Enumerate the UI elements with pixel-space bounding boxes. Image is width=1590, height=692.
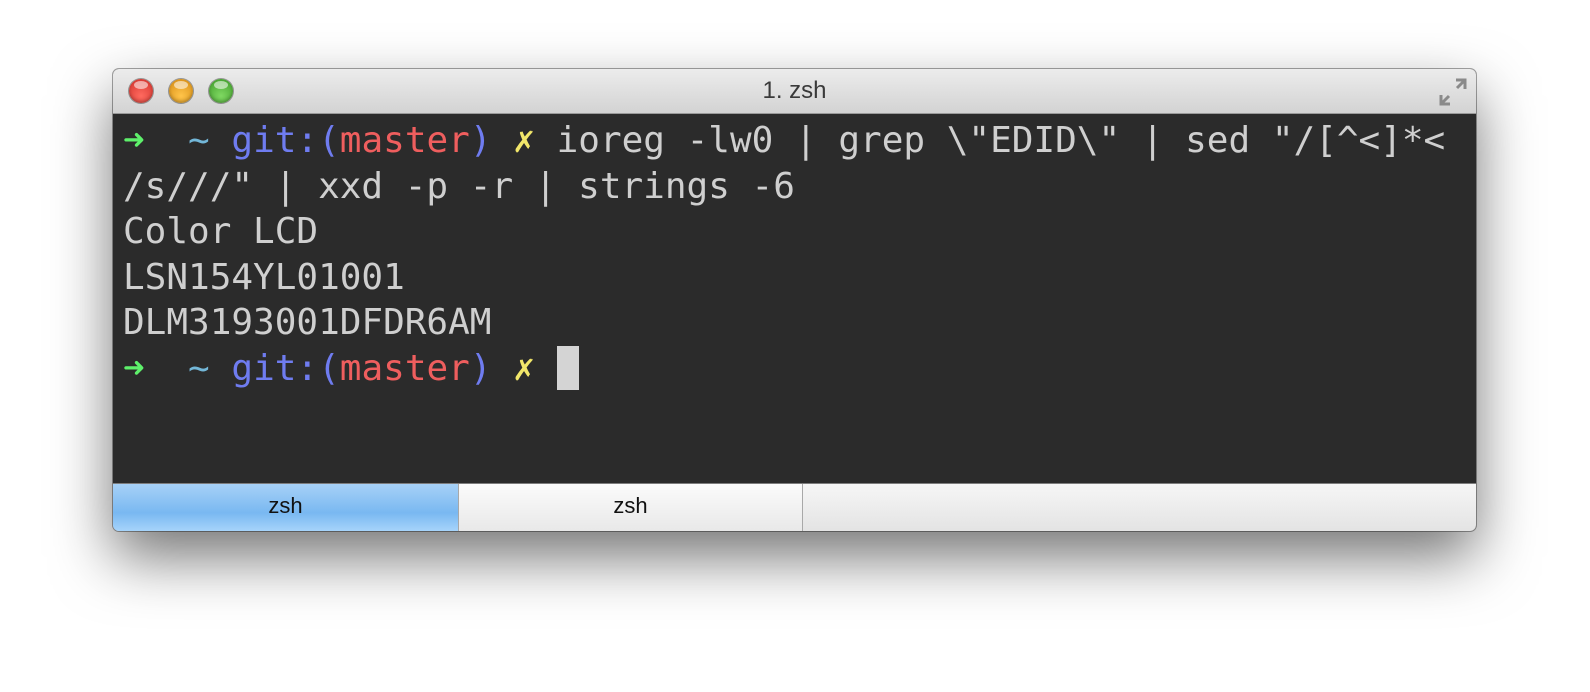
command-line: ➜ ~ git:(master) ✗ ioreg -lw0 | grep \"E… — [123, 118, 1476, 164]
prompt-git-suffix: ) — [469, 120, 492, 161]
output-line: DLM3193001DFDR6AM — [123, 302, 492, 343]
prompt-git-prefix: git:( — [231, 120, 340, 161]
terminal-window: 1. zsh ➜ ~ git:(master) ✗ ioreg -lw0 | g… — [113, 69, 1476, 531]
prompt-dir: ~ — [188, 347, 210, 389]
prompt-git-suffix: ) — [469, 347, 492, 389]
tab-bar: zsh zsh — [113, 483, 1476, 531]
text-cursor[interactable] — [556, 345, 579, 390]
window-title: 1. zsh — [762, 77, 827, 104]
tab-zsh-1[interactable]: zsh — [113, 484, 458, 531]
prompt-arrow-icon: ➜ — [123, 120, 145, 161]
prompt-git-prefix: git:( — [231, 347, 340, 389]
prompt-branch: master — [339, 120, 470, 161]
prompt-arrow-icon: ➜ — [123, 347, 145, 389]
tab-zsh-2[interactable]: zsh — [458, 484, 803, 531]
output-line: LSN154YL01001 — [123, 256, 405, 298]
titlebar[interactable]: 1. zsh — [113, 69, 1476, 114]
command-continuation: /s///" | xxd -p -r | strings -6 — [123, 165, 795, 207]
output-line: Color LCD — [123, 211, 319, 252]
command-text: ioreg -lw0 | grep \"EDID\" | sed "/[^<]*… — [556, 120, 1446, 161]
fullscreen-icon[interactable] — [1438, 77, 1468, 107]
prompt-dir: ~ — [188, 120, 210, 161]
prompt-dirty-icon: ✗ — [513, 120, 535, 161]
prompt-branch: master — [339, 347, 470, 389]
prompt-dirty-icon: ✗ — [513, 347, 535, 389]
active-prompt-line: ➜ ~ git:(master) ✗ — [123, 345, 1476, 392]
terminal-output[interactable]: ➜ ~ git:(master) ✗ ioreg -lw0 | grep \"E… — [113, 114, 1476, 483]
